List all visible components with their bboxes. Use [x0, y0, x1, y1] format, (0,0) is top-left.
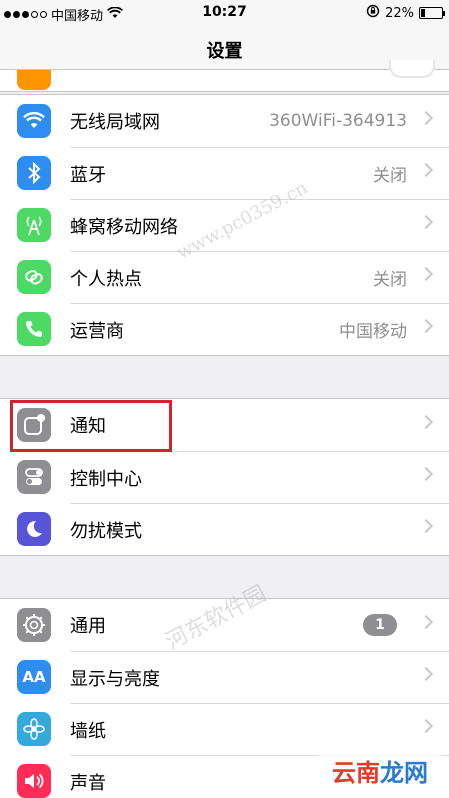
connectivity-group: 无线局域网 360WiFi-364913 蓝牙 关闭 蜂窝移动网络 个人热点 关… — [0, 94, 449, 356]
battery-icon — [419, 7, 445, 19]
row-value: 关闭 — [373, 165, 407, 186]
flower-icon — [17, 712, 51, 746]
hotspot-link-icon — [17, 260, 51, 294]
settings-row-wifi[interactable]: 无线局域网 360WiFi-364913 — [0, 95, 449, 147]
moon-icon — [17, 512, 51, 546]
gear-icon — [17, 608, 51, 642]
speaker-icon — [17, 764, 51, 798]
row-label: 声音 — [70, 772, 106, 794]
airplane-mode-icon — [17, 70, 51, 90]
status-right: 22% — [366, 4, 445, 22]
cellular-antenna-icon — [17, 208, 51, 242]
rotation-lock-icon — [366, 4, 380, 22]
battery-percent: 22% — [385, 5, 414, 21]
row-value: 关闭 — [373, 269, 407, 290]
settings-row-do-not-disturb[interactable]: 勿扰模式 — [0, 503, 449, 555]
settings-row-bluetooth[interactable]: 蓝牙 关闭 — [0, 147, 449, 199]
settings-row-control-center[interactable]: 控制中心 — [0, 451, 449, 503]
row-label: 无线局域网 — [70, 112, 160, 133]
toggles-icon — [17, 460, 51, 494]
navigation-bar: 设置 — [0, 26, 449, 70]
status-bar: 中国移动 10:27 22% — [0, 0, 449, 26]
update-badge: 1 — [363, 614, 397, 636]
settings-row-wallpaper[interactable]: 墙纸 — [0, 703, 449, 755]
row-label: 通用 — [70, 616, 106, 637]
row-label: 勿扰模式 — [70, 520, 142, 542]
row-value: 360WiFi-364913 — [269, 111, 407, 131]
row-label: 显示与亮度 — [70, 668, 160, 690]
settings-row-carrier[interactable]: 运营商 中国移动 — [0, 303, 449, 355]
partial-row-group — [0, 70, 449, 92]
bluetooth-icon — [17, 156, 51, 190]
settings-row-hotspot[interactable]: 个人热点 关闭 — [0, 251, 449, 303]
row-label: 运营商 — [70, 320, 124, 342]
row-label: 墙纸 — [70, 720, 106, 742]
row-label: 个人热点 — [70, 268, 142, 290]
row-label: 蜂窝移动网络 — [70, 216, 178, 238]
row-label: 控制中心 — [70, 468, 142, 490]
wifi-icon — [17, 104, 51, 138]
settings-row-cellular[interactable]: 蜂窝移动网络 — [0, 199, 449, 251]
settings-row-display[interactable]: AA 显示与亮度 — [0, 651, 449, 703]
site-logo-watermark: 云南 龙网 — [319, 750, 441, 790]
airplane-mode-toggle[interactable] — [389, 60, 435, 78]
page-title: 设置 — [206, 41, 243, 62]
highlight-box — [10, 400, 172, 452]
text-size-icon: AA — [17, 660, 51, 694]
settings-row-general[interactable]: 通用 1 — [0, 599, 449, 651]
phone-icon — [17, 312, 51, 346]
row-value: 中国移动 — [339, 321, 407, 342]
row-label: 蓝牙 — [70, 164, 106, 186]
